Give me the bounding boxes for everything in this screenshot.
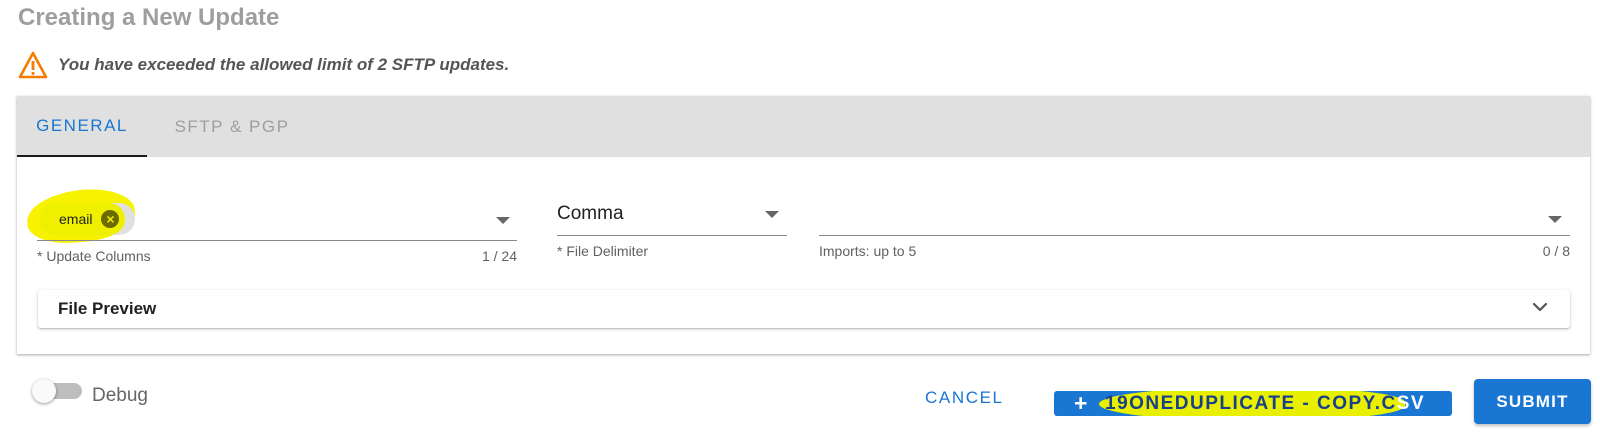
update-columns-select[interactable]: email × * Update Columns 1 / 24: [25, 186, 517, 266]
file-delimiter-select[interactable]: Comma * File Delimiter: [557, 196, 787, 266]
imports-select[interactable]: Imports: up to 5 0 / 8: [819, 196, 1570, 266]
page-title: Creating a New Update: [18, 4, 280, 31]
imports-counter: 0 / 8: [1542, 243, 1570, 259]
update-form-card: GENERAL SFTP & PGP email × * Update Colu…: [17, 96, 1590, 354]
file-preview-label: File Preview: [58, 299, 157, 318]
update-columns-counter: 1 / 24: [481, 248, 517, 264]
column-chip[interactable]: email ×: [39, 203, 135, 235]
cancel-button[interactable]: CANCEL: [925, 388, 1004, 408]
upload-file-name: 19ONEDUPLICATE - COPY.CSV: [1105, 393, 1426, 414]
file-preview-panel[interactable]: File Preview: [38, 290, 1570, 328]
file-delimiter-label: * File Delimiter: [557, 243, 649, 259]
debug-label: Debug: [92, 385, 148, 406]
update-columns-label: * Update Columns: [37, 248, 151, 264]
warning-triangle-icon: [18, 51, 48, 79]
warning-text: You have exceeded the allowed limit of 2…: [58, 55, 510, 74]
dropdown-caret-icon[interactable]: [496, 217, 510, 224]
tab-general[interactable]: GENERAL: [17, 96, 147, 157]
tab-sftp-pgp[interactable]: SFTP & PGP: [167, 96, 297, 157]
plus-icon: +: [1074, 391, 1088, 416]
chip-label: email: [59, 211, 93, 227]
upload-file-button[interactable]: + 19ONEDUPLICATE - COPY.CSV: [1054, 391, 1452, 416]
toggle-thumb[interactable]: [32, 379, 56, 403]
imports-label: Imports: up to 5: [819, 243, 917, 259]
submit-button[interactable]: SUBMIT: [1474, 379, 1591, 424]
dropdown-caret-icon[interactable]: [1548, 216, 1562, 223]
chevron-down-icon[interactable]: [1532, 302, 1548, 312]
file-delimiter-value: Comma: [557, 203, 624, 224]
tab-bar: GENERAL SFTP & PGP: [17, 96, 1590, 157]
debug-toggle[interactable]: [32, 378, 82, 404]
warning-banner: You have exceeded the allowed limit of 2…: [18, 50, 509, 80]
dropdown-caret-icon[interactable]: [765, 211, 779, 218]
